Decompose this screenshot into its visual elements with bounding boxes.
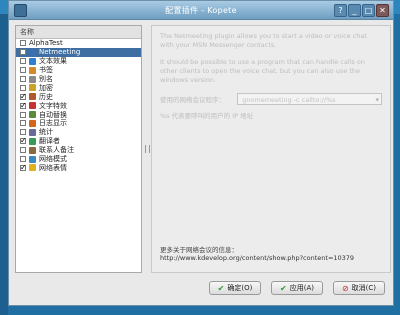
plugin-settings-panel: The Netmeeting plugin allows you to star… <box>151 25 391 273</box>
plugin-checkbox[interactable] <box>20 49 26 56</box>
ok-button-label: 确定(O) <box>227 284 253 292</box>
log-icon <box>29 119 36 127</box>
lock-icon <box>29 84 36 92</box>
plugin-checkbox[interactable] <box>20 92 27 101</box>
configure-plugins-dialog: 配置插件 - Kopete ? _ □ ✕ 名称 AlphaTest Netmee… <box>8 0 394 306</box>
notes-icon <box>29 146 36 154</box>
plugin-label: AlphaTest <box>29 39 63 48</box>
description-text-2: It should be possible to use a program t… <box>160 58 365 84</box>
plugin-item[interactable]: 别名 <box>16 75 141 84</box>
plugin-item[interactable]: 翻译者 <box>16 136 141 146</box>
plugin-item[interactable]: 网络表情 <box>16 163 141 172</box>
plugin-checkbox[interactable] <box>20 147 26 154</box>
splitter-handle[interactable] <box>144 25 150 273</box>
program-hint: %s 代表要呼叫的用户的 IP 地址 <box>160 112 254 120</box>
plugin-item[interactable]: 自动替换 <box>16 110 141 119</box>
check-icon: ✔ <box>280 283 287 293</box>
replace-icon <box>29 111 36 119</box>
plugin-item[interactable]: 文本效果 <box>16 57 141 66</box>
netmeeting-icon <box>29 48 36 56</box>
plugin-item[interactable]: 加密 <box>16 83 141 92</box>
title-bar[interactable]: 配置插件 - Kopete ? _ □ ✕ <box>9 1 393 20</box>
cancel-icon: ⊘ <box>341 283 349 293</box>
plugin-item[interactable]: 日志显示 <box>16 119 141 128</box>
history-icon <box>29 93 36 101</box>
plugin-label: Netmeeting <box>39 48 81 57</box>
alias-icon <box>29 75 36 83</box>
desktop-background <box>0 0 8 315</box>
translator-icon <box>29 137 36 145</box>
maximize-button[interactable]: □ <box>362 4 375 17</box>
plugin-checkbox[interactable] <box>20 111 26 118</box>
program-label: 使用的网络会议程序： <box>160 96 225 104</box>
description-text-1: The Netmeeting plugin allows you to star… <box>160 32 367 49</box>
plugin-item[interactable]: 历史 <box>16 92 141 101</box>
chevron-down-icon[interactable]: ▾ <box>375 94 379 106</box>
footer-note: 更多关于网络会议的信息： http://www.kdevelop.org/con… <box>160 244 384 262</box>
apply-button-label: 应用(A) <box>289 284 314 292</box>
help-button[interactable]: ? <box>334 4 347 17</box>
dialog-buttons: ✔ 确定(O) ✔ 应用(A) ⊘ 取消(C) <box>15 277 387 299</box>
plugin-list-header[interactable]: 名称 <box>16 26 141 39</box>
plugin-checkbox[interactable] <box>20 76 26 82</box>
plugin-checkbox[interactable] <box>20 163 27 172</box>
plugin-item[interactable]: 文字特效 <box>16 101 141 110</box>
plugin-checkbox[interactable] <box>20 120 26 127</box>
program-select-value: gnomemeeting -c callto://%s <box>242 96 336 104</box>
effect-icon <box>29 102 36 110</box>
footer-note-link[interactable]: http://www.kdevelop.org/content/show.php… <box>160 254 384 262</box>
plugin-checkbox[interactable] <box>20 129 26 136</box>
ok-button[interactable]: ✔ 确定(O) <box>209 281 261 295</box>
smiley-icon <box>29 164 36 172</box>
plugin-checkbox[interactable] <box>20 84 26 91</box>
plugin-checkbox[interactable] <box>20 67 26 74</box>
plugin-checkbox[interactable] <box>20 101 27 110</box>
apply-button[interactable]: ✔ 应用(A) <box>271 281 323 295</box>
plugin-label: 网络表情 <box>39 163 67 172</box>
plugin-checkbox[interactable] <box>20 40 26 47</box>
text-effect-icon <box>29 57 36 65</box>
plugin-item[interactable]: 网络模式 <box>16 155 141 164</box>
cancel-button-label: 取消(C) <box>351 284 377 292</box>
footer-note-title: 更多关于网络会议的信息： <box>160 246 238 254</box>
cancel-button[interactable]: ⊘ 取消(C) <box>333 281 385 295</box>
plugin-checkbox[interactable] <box>20 156 26 163</box>
plugin-item[interactable]: AlphaTest <box>16 39 141 48</box>
plugin-item[interactable]: 统计 <box>16 128 141 137</box>
plugin-item[interactable]: 联系人备注 <box>16 146 141 155</box>
close-button[interactable]: ✕ <box>376 4 389 17</box>
minimize-button[interactable]: _ <box>348 4 361 17</box>
plugin-item[interactable]: 书签 <box>16 66 141 75</box>
program-select[interactable]: gnomemeeting -c callto://%s ▾ <box>237 93 382 105</box>
plugin-checkbox[interactable] <box>20 58 26 65</box>
bookmark-icon <box>29 66 36 74</box>
check-icon: ✔ <box>217 283 225 293</box>
program-row: 使用的网络会议程序： gnomemeeting -c callto://%s ▾ <box>160 93 382 105</box>
plugin-list[interactable]: 名称 AlphaTestNetmeeting文本效果书签别名加密历史文字特效自动… <box>15 25 142 273</box>
network-icon <box>29 155 36 163</box>
stats-icon <box>29 128 36 136</box>
plugin-checkbox[interactable] <box>20 136 27 145</box>
plugin-item[interactable]: Netmeeting <box>16 47 141 57</box>
